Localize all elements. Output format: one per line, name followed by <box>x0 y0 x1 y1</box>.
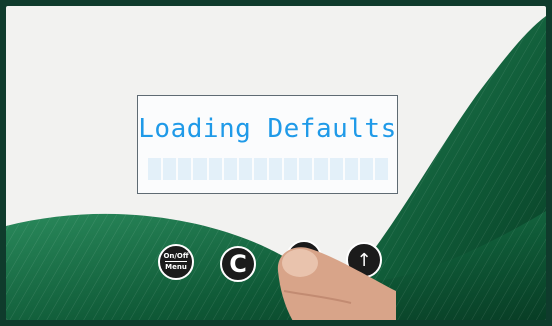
lcd-second-row <box>148 158 388 180</box>
lcd-cell <box>269 158 283 180</box>
lcd-cell <box>223 158 237 180</box>
on-off-label: On/Off <box>163 252 189 260</box>
lcd-cell <box>284 158 298 180</box>
clear-icon: C <box>229 250 247 278</box>
lcd-cell <box>329 158 343 180</box>
lcd-cell <box>163 158 177 180</box>
lcd-display: Loading Defaults <box>137 95 398 194</box>
lcd-cell <box>178 158 192 180</box>
lcd-cell <box>299 158 313 180</box>
lcd-cell <box>253 158 267 180</box>
menu-label: Menu <box>165 261 187 271</box>
on-off-menu-button[interactable]: On/Off Menu <box>158 244 194 280</box>
lcd-cell <box>208 158 222 180</box>
control-panel: Loading Defaults On/Off Menu C ↓ ↑ <box>6 6 546 320</box>
clear-button[interactable]: C <box>220 246 256 282</box>
lcd-message: Loading Defaults <box>138 114 397 144</box>
lcd-cell <box>359 158 373 180</box>
lcd-cell <box>148 158 162 180</box>
lcd-cell <box>193 158 207 180</box>
lcd-cell <box>314 158 328 180</box>
lcd-cell <box>238 158 252 180</box>
lcd-cell <box>374 158 388 180</box>
on-off-menu-label: On/Off Menu <box>163 252 188 272</box>
lcd-cell <box>344 158 358 180</box>
finger-image <box>277 247 396 320</box>
